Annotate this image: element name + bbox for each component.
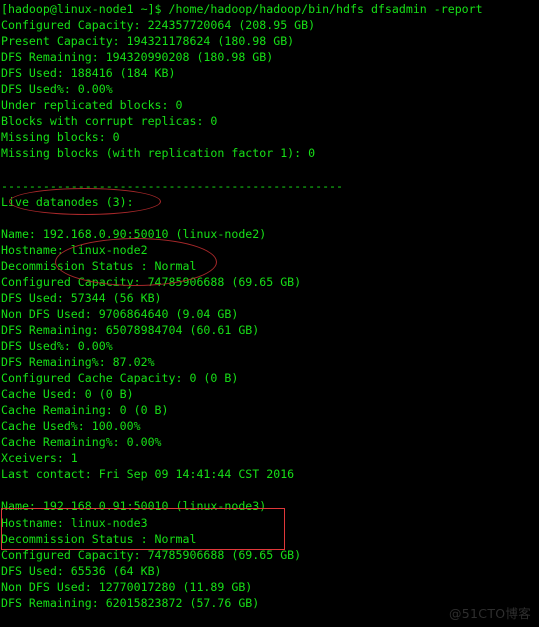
- terminal-line: Hostname: linux-node2: [1, 242, 148, 257]
- terminal-line: Xceivers: 1: [1, 451, 78, 466]
- terminal-line: Blocks with corrupt replicas: 0: [1, 114, 218, 129]
- terminal-line: Configured Capacity: 74785906688 (69.65 …: [1, 274, 302, 289]
- terminal-line: Non DFS Used: 12770017280 (11.89 GB): [1, 579, 253, 594]
- terminal-line: Name: 192.168.0.91:50010 (linux-node3): [1, 499, 267, 514]
- terminal-line: DFS Remaining%: 87.02%: [1, 355, 155, 370]
- terminal-line: ----------------------------------------…: [1, 178, 344, 193]
- terminal-output: [hadoop@linux-node1 ~]$ /home/hadoop/had…: [1, 1, 539, 611]
- terminal-line: Cache Remaining: 0 (0 B): [1, 403, 169, 418]
- terminal-line: Missing blocks: 0: [1, 130, 120, 145]
- terminal-line: DFS Used: 65536 (64 KB): [1, 563, 162, 578]
- terminal-window[interactable]: [hadoop@linux-node1 ~]$ /home/hadoop/had…: [0, 0, 539, 627]
- terminal-line: Configured Cache Capacity: 0 (0 B): [1, 371, 239, 386]
- terminal-line: DFS Remaining: 65078984704 (60.61 GB): [1, 322, 260, 337]
- terminal-line: Non DFS Used: 9706864640 (9.04 GB): [1, 306, 239, 321]
- terminal-line: DFS Remaining: 194320990208 (180.98 GB): [1, 50, 274, 65]
- terminal-line: Cache Used: 0 (0 B): [1, 387, 134, 402]
- terminal-line: DFS Used%: 0.00%: [1, 82, 113, 97]
- watermark: @51CTO博客: [448, 605, 531, 621]
- terminal-line: Configured Capacity: 74785906688 (69.65 …: [1, 547, 302, 562]
- terminal-line: Live datanodes (3):: [1, 194, 134, 209]
- terminal-line: Decommission Status : Normal: [1, 531, 197, 546]
- terminal-line: Missing blocks (with replication factor …: [1, 146, 316, 161]
- terminal-line: Under replicated blocks: 0: [1, 98, 183, 113]
- terminal-line: DFS Used: 57344 (56 KB): [1, 290, 162, 305]
- terminal-line: Present Capacity: 194321178624 (180.98 G…: [1, 34, 295, 49]
- terminal-line: Cache Remaining%: 0.00%: [1, 435, 162, 450]
- terminal-line: [hadoop@linux-node1 ~]$ /home/hadoop/had…: [1, 2, 483, 16]
- terminal-line: Hostname: linux-node3: [1, 515, 148, 530]
- terminal-line: Cache Used%: 100.00%: [1, 419, 141, 434]
- terminal-line: DFS Used: 188416 (184 KB): [1, 66, 176, 81]
- terminal-line: Last contact: Fri Sep 09 14:41:44 CST 20…: [1, 467, 295, 482]
- terminal-line: Decommission Status : Normal: [1, 258, 197, 273]
- terminal-line: DFS Used%: 0.00%: [1, 338, 113, 353]
- terminal-line: Name: 192.168.0.90:50010 (linux-node2): [1, 226, 267, 241]
- terminal-line: Configured Capacity: 224357720064 (208.9…: [1, 18, 316, 33]
